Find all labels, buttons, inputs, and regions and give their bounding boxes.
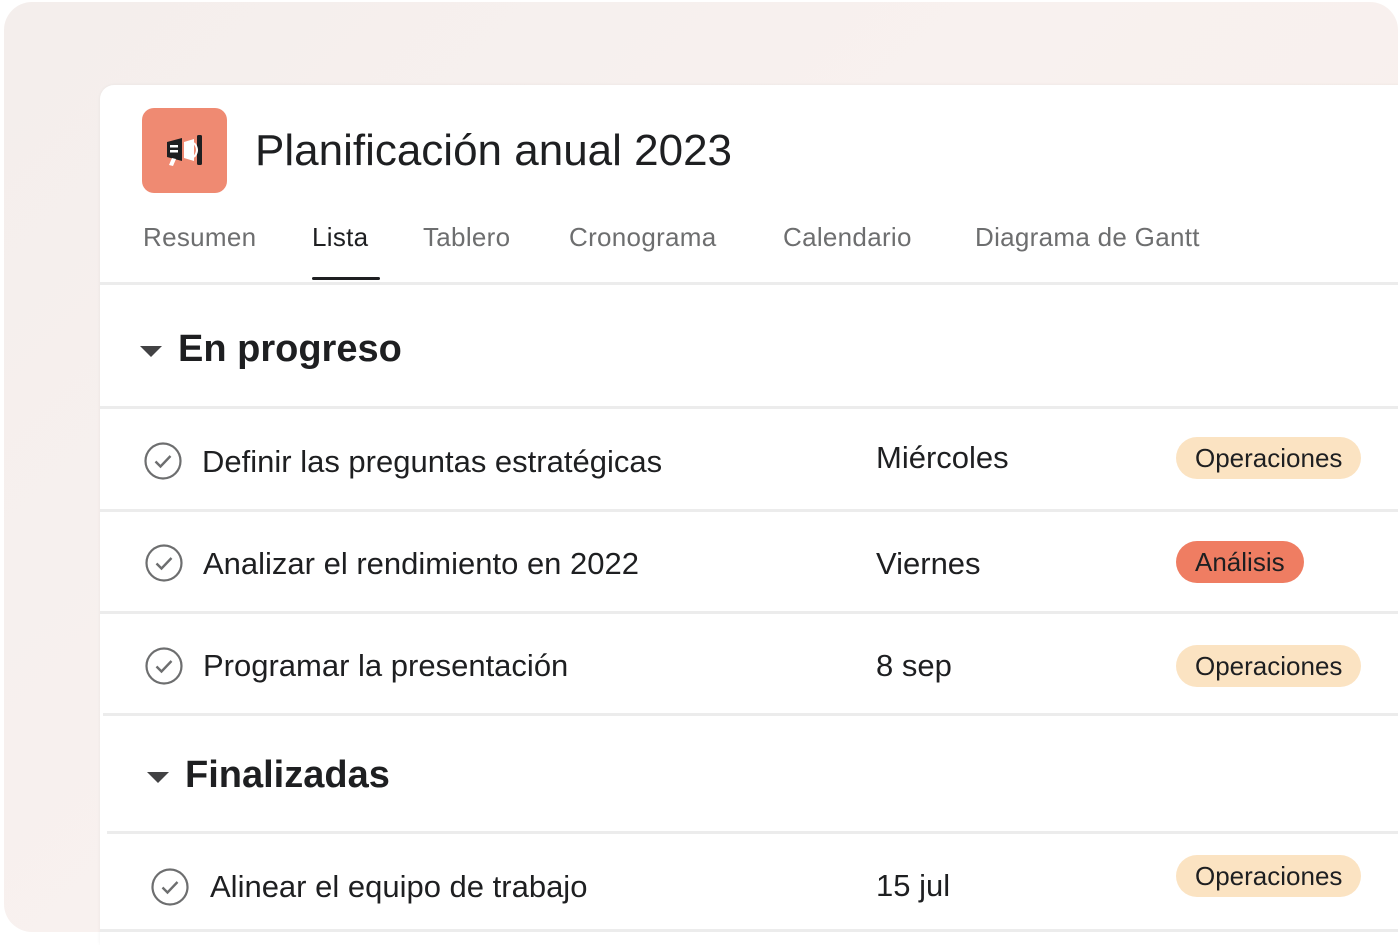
tag-pill[interactable]: Operaciones [1176,855,1362,897]
row-divider [100,509,1398,512]
task-due-date[interactable]: Viernes [876,544,981,584]
task-name[interactable]: Alinear el equipo de trabajo [210,867,587,907]
task-name[interactable]: Analizar el rendimiento en 2022 [203,544,639,584]
megaphone-icon [167,135,202,166]
check-circle-icon[interactable] [143,441,183,481]
task-due-date[interactable]: 8 sep [876,646,952,686]
section-divider [107,831,1398,834]
section-title-finalizadas: Finalizadas [185,754,390,796]
tab-diagrama-de-gantt[interactable]: Diagrama de Gantt [975,219,1200,255]
check-circle-icon[interactable] [144,646,184,686]
row-divider [100,611,1398,614]
tab-calendario[interactable]: Calendario [783,219,912,255]
tab-resumen[interactable]: Resumen [143,219,256,255]
tab-tablero[interactable]: Tablero [423,219,510,255]
active-tab-indicator [312,277,380,280]
check-circle-icon[interactable] [150,867,190,907]
task-due-date[interactable]: 15 jul [876,866,950,906]
tab-cronograma[interactable]: Cronograma [569,219,717,255]
row-divider [103,713,1398,716]
collapse-caret-icon[interactable] [147,772,169,783]
section-divider [100,406,1398,409]
tabs-divider [100,282,1398,285]
section-title-en-progreso: En progreso [178,328,402,370]
project-title: Planificación anual 2023 [255,126,733,175]
tag-pill[interactable]: Operaciones [1176,645,1362,687]
task-name[interactable]: Definir las preguntas estratégicas [202,442,662,482]
task-due-date[interactable]: Miércoles [876,438,1009,478]
tab-lista[interactable]: Lista [312,219,368,255]
tag-pill[interactable]: Operaciones [1176,437,1362,479]
collapse-caret-icon[interactable] [140,346,162,357]
task-name[interactable]: Programar la presentación [203,646,568,686]
tag-pill[interactable]: Análisis [1176,541,1304,583]
project-icon[interactable] [142,108,227,193]
check-circle-icon[interactable] [144,543,184,583]
project-card: Planificación anual 2023 Resumen Lista T… [100,85,1398,945]
